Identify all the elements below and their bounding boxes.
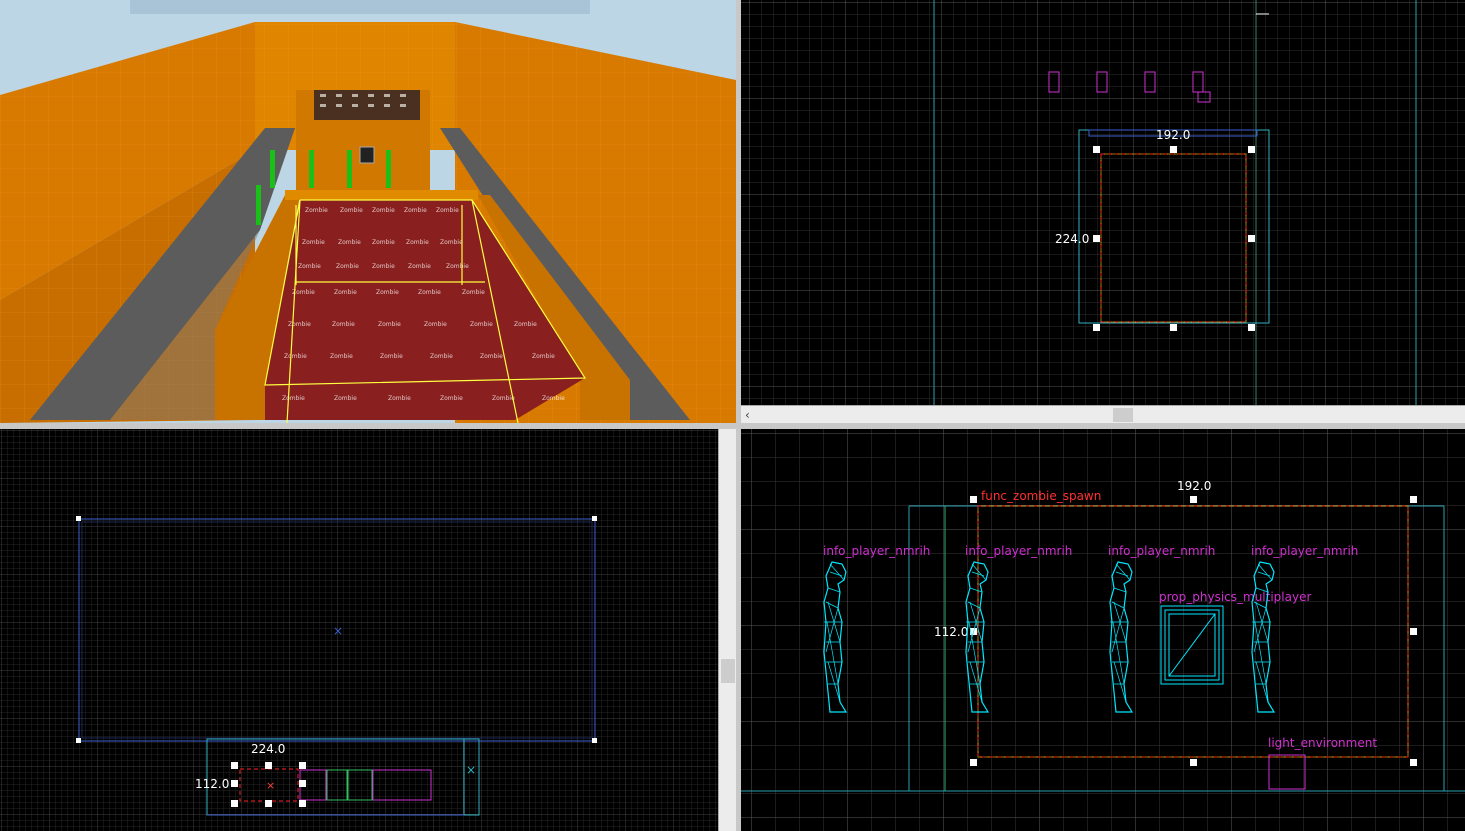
viewport-side[interactable]: 192.0 112.0 func_zombie_spawn info_playe… — [741, 429, 1465, 831]
svg-text:Zombie: Zombie — [338, 239, 361, 246]
svg-text:Zombie: Zombie — [440, 395, 463, 402]
svg-text:Zombie: Zombie — [480, 353, 503, 360]
svg-text:Zombie: Zombie — [330, 353, 353, 360]
svg-text:Zombie: Zombie — [470, 321, 493, 328]
svg-text:Zombie: Zombie — [430, 353, 453, 360]
svg-text:Zombie: Zombie — [462, 289, 485, 296]
viewport-front[interactable]: × × × 224.0 112.0 — [0, 429, 718, 831]
width-dimension-front: 224.0 — [251, 742, 285, 756]
player-3-label: info_player_nmrih — [1108, 544, 1215, 558]
scrollbar-thumb[interactable] — [721, 659, 735, 683]
viewport-top[interactable]: 192.0 224.0 — [741, 0, 1465, 405]
svg-text:Zombie: Zombie — [406, 239, 429, 246]
svg-text:Zombie: Zombie — [292, 289, 315, 296]
scrollbar-thumb[interactable] — [1113, 408, 1133, 422]
svg-text:Zombie: Zombie — [305, 207, 328, 214]
svg-text:Zombie: Zombie — [336, 263, 359, 270]
height-dimension-side: 112.0 — [934, 625, 968, 639]
svg-text:Zombie: Zombie — [284, 353, 307, 360]
svg-text:Zombie: Zombie — [388, 395, 411, 402]
func-zombie-spawn-label: func_zombie_spawn — [981, 489, 1101, 503]
viewport-3d[interactable]: Zombie Zombie Zombie Zombie Zombie Zombie Zom… — [0, 0, 736, 423]
height-dimension-top: 224.0 — [1055, 232, 1089, 246]
prop-physics-label: prop_physics_multiplayer — [1159, 590, 1311, 604]
horizontal-scrollbar[interactable]: ‹ — [741, 405, 1465, 424]
svg-text:Zombie: Zombie — [542, 395, 565, 402]
player-1-label: info_player_nmrih — [823, 544, 930, 558]
svg-text:Zombie: Zombie — [282, 395, 305, 402]
height-dimension-front: 112.0 — [195, 777, 229, 791]
svg-text:×: × — [333, 624, 343, 638]
distant-wall — [130, 0, 590, 14]
svg-text:Zombie: Zombie — [334, 289, 357, 296]
svg-text:Zombie: Zombie — [302, 239, 325, 246]
svg-text:Zombie: Zombie — [408, 263, 431, 270]
svg-text:Zombie: Zombie — [492, 395, 515, 402]
svg-text:Zombie: Zombie — [404, 207, 427, 214]
svg-text:Zombie: Zombie — [372, 207, 395, 214]
svg-text:Zombie: Zombie — [436, 207, 459, 214]
svg-text:Zombie: Zombie — [332, 321, 355, 328]
player-4-label: info_player_nmrih — [1251, 544, 1358, 558]
svg-text:Zombie: Zombie — [418, 289, 441, 296]
svg-text:Zombie: Zombie — [440, 239, 463, 246]
svg-text:×: × — [266, 779, 275, 792]
svg-text:Zombie: Zombie — [446, 263, 469, 270]
vertical-scrollbar[interactable] — [718, 429, 737, 831]
viewport-divider-vertical[interactable] — [736, 0, 741, 831]
svg-text:Zombie: Zombie — [424, 321, 447, 328]
svg-text:Zombie: Zombie — [376, 289, 399, 296]
svg-text:Zombie: Zombie — [380, 353, 403, 360]
entity-sprite — [359, 146, 375, 164]
svg-text:Zombie: Zombie — [514, 321, 537, 328]
light-environment-label: light_environment — [1268, 736, 1377, 750]
svg-text:Zombie: Zombie — [334, 395, 357, 402]
width-dimension-top: 192.0 — [1156, 128, 1190, 142]
svg-text:Zombie: Zombie — [372, 239, 395, 246]
svg-text:Zombie: Zombie — [288, 321, 311, 328]
scroll-left-icon[interactable]: ‹ — [745, 406, 750, 424]
svg-text:×: × — [466, 763, 476, 777]
svg-text:Zombie: Zombie — [340, 207, 363, 214]
svg-text:Zombie: Zombie — [532, 353, 555, 360]
player-2-label: info_player_nmrih — [965, 544, 1072, 558]
svg-text:Zombie: Zombie — [378, 321, 401, 328]
svg-text:Zombie: Zombie — [372, 263, 395, 270]
svg-text:Zombie: Zombie — [298, 263, 321, 270]
viewport-divider-horizontal[interactable] — [0, 423, 1465, 429]
width-dimension-side: 192.0 — [1177, 479, 1211, 493]
